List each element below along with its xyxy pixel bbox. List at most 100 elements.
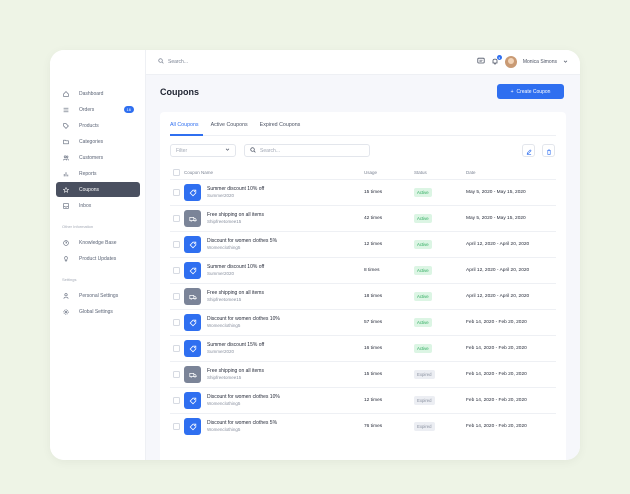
sidebar-item-label: Global Settings	[79, 308, 113, 315]
sidebar-item-product-updates[interactable]: Product Updates	[56, 251, 140, 266]
column-status[interactable]: Status	[414, 170, 427, 175]
status-badge: Active	[414, 292, 432, 301]
table-row[interactable]: Free shipping on all items Shipfreetomee1…	[170, 361, 556, 387]
filter-dropdown[interactable]: Filter	[170, 144, 236, 157]
table-row[interactable]: Discount for women clothes 10% Womencloth…	[170, 309, 556, 335]
coupon-usage: 42 times	[364, 216, 383, 221]
coupon-name: Summer discount 15% off	[207, 342, 265, 348]
sidebar-item-label: Products	[79, 122, 99, 129]
coupon-usage: 15 times	[364, 372, 383, 377]
bar-chart-icon	[59, 171, 73, 177]
top-bar: Search... 3 Monica Simons	[146, 50, 580, 75]
delete-button[interactable]	[542, 144, 555, 157]
table-row[interactable]: Discount for women clothes 5% Womenclothi…	[170, 231, 556, 257]
page-title: Coupons	[160, 87, 199, 97]
row-checkbox[interactable]	[173, 345, 180, 352]
tab-expired-coupons[interactable]: Expired Coupons	[260, 122, 301, 128]
row-checkbox[interactable]	[173, 319, 180, 326]
table-row[interactable]: Free shipping on all items Shipfreetomee1…	[170, 283, 556, 309]
coupon-name: Summer discount 10% off	[207, 186, 265, 192]
truck-icon	[184, 288, 201, 305]
status-badge: Expired	[414, 396, 435, 405]
tab-active-coupons[interactable]: Active Coupons	[211, 122, 248, 128]
coupon-name: Discount for women clothes 10%	[207, 316, 280, 322]
sidebar-item-reports[interactable]: Reports	[56, 166, 140, 181]
coupon-date-range: Feb 14, 2020 - Feb 20, 2020	[466, 424, 527, 429]
sidebar-item-global-settings[interactable]: Global Settings	[56, 304, 140, 319]
row-checkbox[interactable]	[173, 189, 180, 196]
table-row[interactable]: Discount for women clothes 10% Womencloth…	[170, 387, 556, 413]
chat-icon[interactable]	[477, 57, 485, 67]
chevron-down-icon[interactable]	[563, 59, 568, 66]
coupon-name: Free shipping on all items	[207, 290, 264, 296]
coupon-tag-icon	[184, 184, 201, 201]
sidebar-item-inbox[interactable]: Inbox	[56, 198, 140, 213]
inbox-icon	[59, 202, 73, 209]
truck-icon	[184, 210, 201, 227]
select-all-checkbox[interactable]	[173, 169, 180, 176]
coupon-date-range: May 5, 2020 - May 15, 2020	[466, 190, 526, 195]
coupon-usage: 15 times	[364, 190, 383, 195]
orders-count-badge: 16	[123, 106, 134, 113]
global-search[interactable]: Search...	[158, 58, 188, 66]
truck-icon	[184, 366, 201, 383]
row-checkbox[interactable]	[173, 215, 180, 222]
column-date[interactable]: Date	[466, 170, 476, 175]
row-checkbox[interactable]	[173, 293, 180, 300]
coupon-name: Discount for women clothes 5%	[207, 420, 278, 426]
sidebar-item-label: Inbox	[79, 202, 92, 209]
sidebar-item-label: Coupons	[79, 186, 100, 193]
user-name[interactable]: Monica Simons	[523, 59, 557, 65]
coupon-code: Womenclothing5	[207, 323, 241, 328]
plus-icon: +	[510, 88, 514, 95]
table-row[interactable]: Summer discount 15% off Summer2020 16 time…	[170, 335, 556, 361]
status-badge: Active	[414, 240, 432, 249]
column-usage[interactable]: Usage	[364, 170, 377, 175]
create-coupon-button[interactable]: + Create Coupon	[497, 84, 564, 99]
sidebar-item-personal-settings[interactable]: Personal Settings	[56, 288, 140, 303]
table-row[interactable]: Discount for women clothes 5% Womenclothi…	[170, 413, 556, 439]
sidebar-item-orders[interactable]: Orders 16	[56, 102, 140, 117]
tag-icon	[59, 122, 73, 129]
global-search-input[interactable]: Search...	[168, 59, 188, 65]
column-coupon-name[interactable]: Coupon Name	[184, 170, 213, 175]
sidebar-item-label: Personal Settings	[79, 292, 119, 299]
row-checkbox[interactable]	[173, 241, 180, 248]
coupon-code: Womenclothing5	[207, 245, 241, 250]
table-row[interactable]: Free shipping on all items Shipfreetomee1…	[170, 205, 556, 231]
coupon-date-range: Feb 14, 2020 - Feb 20, 2020	[466, 372, 527, 377]
sidebar-item-knowledge-base[interactable]: Knowledge Base	[56, 235, 140, 250]
table-row[interactable]: Summer discount 10% off Summer2020 8 times…	[170, 257, 556, 283]
coupon-name: Discount for women clothes 10%	[207, 394, 280, 400]
sidebar-item-categories[interactable]: Categories	[56, 134, 140, 149]
table-header: Coupon Name Usage Status Date	[170, 167, 556, 179]
notification-bell[interactable]: 3	[491, 55, 502, 67]
row-checkbox[interactable]	[173, 371, 180, 378]
row-checkbox[interactable]	[173, 267, 180, 274]
edit-button[interactable]	[522, 144, 535, 157]
sidebar-item-products[interactable]: Products	[56, 118, 140, 133]
star-icon	[59, 186, 73, 193]
coupon-name: Discount for women clothes 5%	[207, 238, 278, 244]
sidebar-item-label: Categories	[79, 138, 104, 145]
coupon-search-input[interactable]: Search...	[260, 148, 280, 154]
bulb-icon	[59, 255, 73, 262]
coupon-code: Shipfreetomee15	[207, 375, 242, 380]
row-checkbox[interactable]	[173, 423, 180, 430]
coupon-date-range: April 12, 2020 - April 20, 2020	[466, 268, 530, 273]
coupon-usage: 57 times	[364, 320, 383, 325]
sidebar-item-coupons[interactable]: Coupons	[56, 182, 140, 197]
sidebar-item-label: Customers	[79, 154, 104, 161]
coupon-search[interactable]: Search...	[244, 144, 370, 157]
sidebar-item-customers[interactable]: Customers	[56, 150, 140, 165]
row-checkbox[interactable]	[173, 397, 180, 404]
create-coupon-label: Create Coupon	[516, 88, 551, 95]
table-row[interactable]: Summer discount 10% off Summer2020 15 time…	[170, 179, 556, 205]
coupon-code: Summer2020	[207, 193, 235, 198]
sidebar-item-dashboard[interactable]: Dashboard	[56, 86, 140, 101]
sidebar: Dashboard Orders 16 Products Categories …	[50, 50, 146, 460]
coupon-code: Summer2020	[207, 349, 235, 354]
tab-all-coupons[interactable]: All Coupons	[170, 122, 199, 128]
coupon-code: Summer2020	[207, 271, 235, 276]
avatar[interactable]	[504, 56, 517, 68]
